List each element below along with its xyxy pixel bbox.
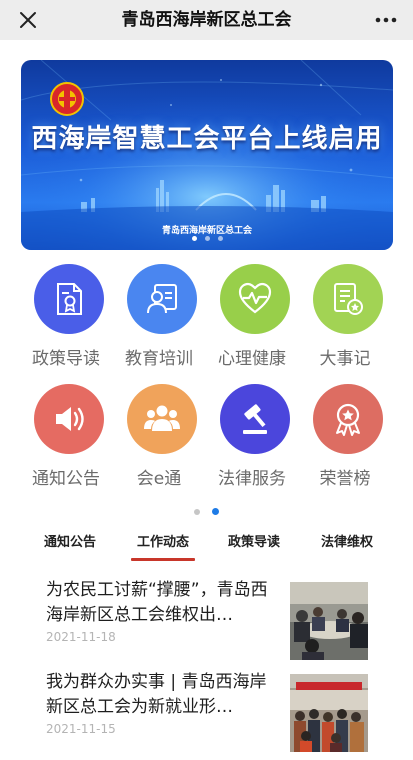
banner-subtitle: 青岛西海岸新区总工会 xyxy=(161,226,252,236)
banner-dots xyxy=(21,236,393,241)
grid-item-label: 荣誉榜 xyxy=(319,469,371,489)
tab-work-news[interactable]: 工作动态 xyxy=(131,528,195,562)
news-thumbnail xyxy=(290,674,368,752)
medal-icon xyxy=(336,403,360,436)
grid-item-label: 教育培训 xyxy=(125,349,193,369)
grid-item-circle xyxy=(127,384,197,454)
more-icon[interactable] xyxy=(373,8,399,32)
grid-item-honor-board[interactable]: 荣誉榜 xyxy=(297,378,397,498)
megaphone-icon xyxy=(56,407,84,431)
heart-icon xyxy=(238,282,272,314)
grid-item-circle xyxy=(34,384,104,454)
tab-policy[interactable]: 政策导读 xyxy=(226,528,282,562)
grid-item-label: 政策导读 xyxy=(32,349,100,369)
gavel-icon xyxy=(243,404,267,434)
news-title: 为农民工讨薪“撑腰”，青岛西海岸新区总工会维权出… xyxy=(46,580,268,625)
grid-item-hui-e-tong[interactable]: 会e通 xyxy=(111,378,211,498)
grid-item-policy[interactable]: 政策导读 xyxy=(18,258,118,378)
pager-dot[interactable] xyxy=(212,508,219,515)
news-date: 2021-11-18 xyxy=(46,630,116,644)
top-bar: 青岛西海岸新区总工会 xyxy=(0,0,413,40)
banner-headline: 西海岸智慧工会平台上线启用 xyxy=(31,124,383,154)
grid-item-label: 会e通 xyxy=(136,469,182,489)
news-date: 2021-11-15 xyxy=(46,722,116,736)
records-icon xyxy=(334,283,363,315)
banner-dot[interactable] xyxy=(191,236,197,241)
feature-grid: 政策导读 教育培训 心理健康 大事记 通知公告 会e通 法律服务 荣誉榜 xyxy=(0,258,413,498)
grid-item-label: 心理健康 xyxy=(218,349,286,369)
pager-dot[interactable] xyxy=(194,509,200,515)
news-title: 我为群众办实事 | 青岛西海岸新区总工会为新就业形… xyxy=(46,672,267,717)
banner-carousel[interactable]: 西海岸智慧工会平台上线启用 青岛西海岸新区总工会 xyxy=(21,60,393,250)
grid-item-notice[interactable]: 通知公告 xyxy=(18,378,118,498)
grid-item-mental-health[interactable]: 心理健康 xyxy=(204,258,304,378)
grid-item-training[interactable]: 教育培训 xyxy=(111,258,211,378)
grid-item-circle xyxy=(220,264,290,334)
banner-dot[interactable] xyxy=(217,236,223,241)
grid-item-label: 大事记 xyxy=(319,349,371,369)
list-item[interactable]: 为农民工讨薪“撑腰”，青岛西海岸新区总工会维权出… 2021-11-18 xyxy=(0,578,413,668)
news-tabs: 通知公告 工作动态 政策导读 法律维权 xyxy=(0,528,413,562)
grid-item-records[interactable]: 大事记 xyxy=(297,258,397,378)
grid-item-legal-service[interactable]: 法律服务 xyxy=(204,378,304,498)
union-logo-icon xyxy=(50,82,84,116)
grid-item-circle xyxy=(313,384,383,454)
grid-item-circle xyxy=(313,264,383,334)
banner-dot[interactable] xyxy=(204,236,210,241)
training-icon xyxy=(147,284,177,314)
grid-item-label: 通知公告 xyxy=(32,469,100,489)
policy-document-icon xyxy=(57,283,82,315)
grid-item-circle xyxy=(34,264,104,334)
close-icon[interactable] xyxy=(16,8,40,32)
tab-notice[interactable]: 通知公告 xyxy=(42,528,98,562)
tab-legal-rights[interactable]: 法律维权 xyxy=(319,528,375,562)
grid-pager xyxy=(0,508,413,515)
grid-item-label: 法律服务 xyxy=(218,469,286,489)
list-item[interactable]: 我为群众办实事 | 青岛西海岸新区总工会为新就业形… 2021-11-15 xyxy=(0,670,413,760)
grid-item-circle xyxy=(220,384,290,454)
grid-item-circle xyxy=(127,264,197,334)
page-title: 青岛西海岸新区总工会 xyxy=(121,10,292,30)
news-thumbnail xyxy=(290,582,368,660)
people-icon xyxy=(144,405,180,431)
